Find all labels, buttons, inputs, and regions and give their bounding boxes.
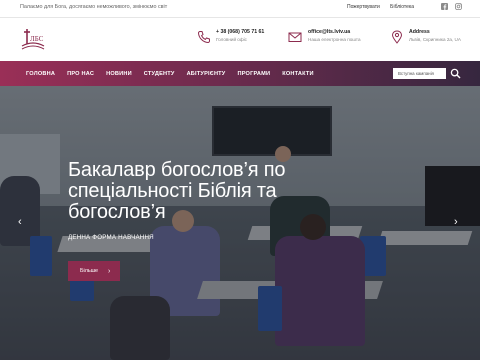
address-title: Address <box>409 29 430 35</box>
seminary-logo[interactable]: ЛБС <box>20 26 46 52</box>
facebook-icon[interactable] <box>441 3 448 10</box>
nav-item-home[interactable]: ГОЛОВНА <box>26 71 55 77</box>
site-header: ЛБС + 38 (068) 705 71 61 Головний офіс o… <box>0 18 480 61</box>
nav-menu: ГОЛОВНА ПРО НАС НОВИНИ СТУДЕНТУ АБІТУРІЄ… <box>26 61 326 86</box>
search-icon[interactable] <box>450 68 461 79</box>
email-address[interactable]: office@lts.lviv.ua <box>308 28 361 36</box>
hero-slider: Бакалавр богослов’я по спеціальності Біб… <box>0 86 480 360</box>
donate-link[interactable]: Пожертвувати <box>347 4 380 10</box>
hero-overlay <box>0 86 480 360</box>
search-input[interactable] <box>393 68 446 79</box>
social-links <box>441 3 462 10</box>
envelope-icon <box>288 32 302 42</box>
top-links: Пожертвувати Бібліотека <box>338 4 414 10</box>
nav-item-student[interactable]: СТУДЕНТУ <box>144 71 175 77</box>
instagram-icon[interactable] <box>455 3 462 10</box>
phone-number[interactable]: + 38 (068) 705 71 61 <box>216 28 264 36</box>
more-button-label: Більше <box>80 268 99 274</box>
slider-prev-arrow[interactable]: ‹ <box>18 216 22 228</box>
library-link[interactable]: Бібліотека <box>390 4 414 10</box>
top-bar: Палаємо для Бога, досягаємо неможливого,… <box>0 0 480 18</box>
contact-email: office@lts.lviv.ua Наша електронна пошта <box>287 28 361 44</box>
more-button[interactable]: Більше › <box>68 261 120 281</box>
slider-next-arrow[interactable]: › <box>454 216 458 228</box>
nav-item-applicant[interactable]: АБІТУРІЄНТУ <box>187 71 226 77</box>
phone-label: Головний офіс <box>216 37 247 42</box>
contact-phone: + 38 (068) 705 71 61 Головний офіс <box>197 28 264 44</box>
hero-title: Бакалавр богослов’я по спеціальності Біб… <box>68 159 286 223</box>
nav-item-contacts[interactable]: КОНТАКТИ <box>282 71 314 77</box>
main-navigation: ГОЛОВНА ПРО НАС НОВИНИ СТУДЕНТУ АБІТУРІЄ… <box>0 61 480 86</box>
phone-icon <box>197 31 210 44</box>
email-label: Наша електронна пошта <box>308 37 361 42</box>
nav-item-programs[interactable]: ПРОГРАМИ <box>237 71 270 77</box>
chevron-right-icon: › <box>108 267 111 275</box>
contact-address: Address Львів, Скрипника 2а, UA <box>390 28 461 44</box>
location-pin-icon <box>391 30 403 44</box>
logo-letters: ЛБС <box>30 35 44 43</box>
hero-subtitle: ДЕННА ФОРМА НАВЧАННЯ <box>68 234 154 241</box>
nav-item-about[interactable]: ПРО НАС <box>67 71 94 77</box>
site-motto: Палаємо для Бога, досягаємо неможливого,… <box>20 4 168 10</box>
nav-item-news[interactable]: НОВИНИ <box>106 71 132 77</box>
address-text: Львів, Скрипника 2а, UA <box>409 37 461 42</box>
